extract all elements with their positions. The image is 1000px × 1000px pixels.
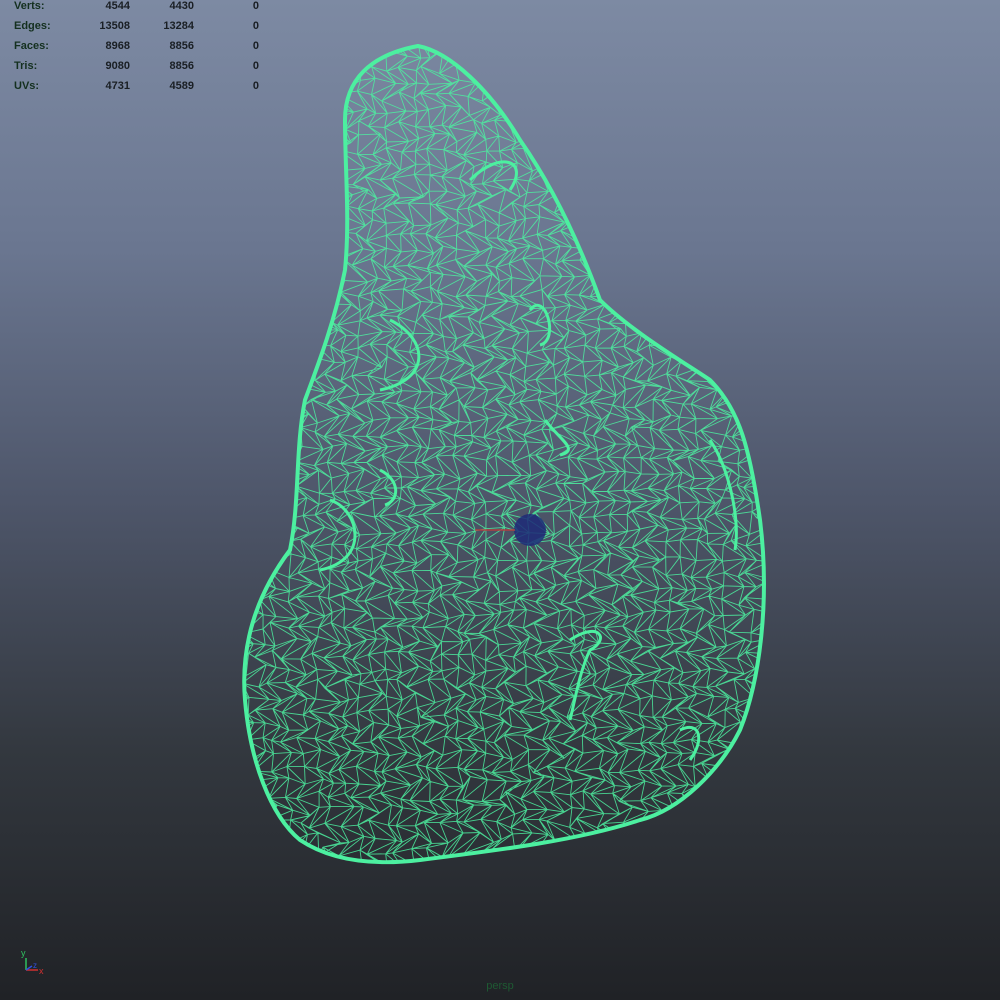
hud-value: 0 [252,60,259,72]
wireframe-mesh[interactable] [0,0,1000,1000]
poly-count-hud: Verts: 4544 4430 0 Edges: 13508 13284 0 Faces: 89… [14,0,274,100]
hud-value: 13508 [99,20,130,32]
hud-row: Edges: 13508 13284 0 [14,20,274,40]
hud-value: 0 [252,40,259,52]
axis-x-label: x [39,966,44,976]
hud-row: Tris: 9080 8856 0 [14,60,274,80]
wireframe-lines [244,46,764,863]
hud-label: Tris: [14,60,38,72]
hud-value: 0 [252,0,259,12]
hud-value: 13284 [163,20,194,32]
hud-label: Faces: [14,40,49,52]
hud-row: Verts: 4544 4430 0 [14,0,274,20]
hud-value: 4430 [169,0,194,12]
hud-value: 0 [252,20,259,32]
maya-viewport[interactable]: Verts: 4544 4430 0 Edges: 13508 13284 0 Faces: 89… [0,0,1000,1000]
wireframe-grid [244,46,764,863]
axis-y-label: y [21,948,26,958]
hud-value: 4731 [105,80,130,92]
axis-gizmo: y x z [21,948,44,976]
hud-value: 4544 [105,0,130,12]
hud-value: 8968 [105,40,130,52]
hud-value: 8856 [169,40,194,52]
hud-value: 8856 [169,60,194,72]
hud-label: UVs: [14,80,40,92]
camera-name-label: persp [486,980,514,992]
axis-z-label: z [33,961,37,970]
hud-label: Verts: [14,0,45,12]
hud-row: Faces: 8968 8856 0 [14,40,274,60]
hud-value: 0 [252,80,259,92]
hud-label: Edges: [14,20,51,32]
hud-row: UVs: 4731 4589 0 [14,80,274,100]
hud-value: 4589 [169,80,194,92]
hud-value: 9080 [105,60,130,72]
